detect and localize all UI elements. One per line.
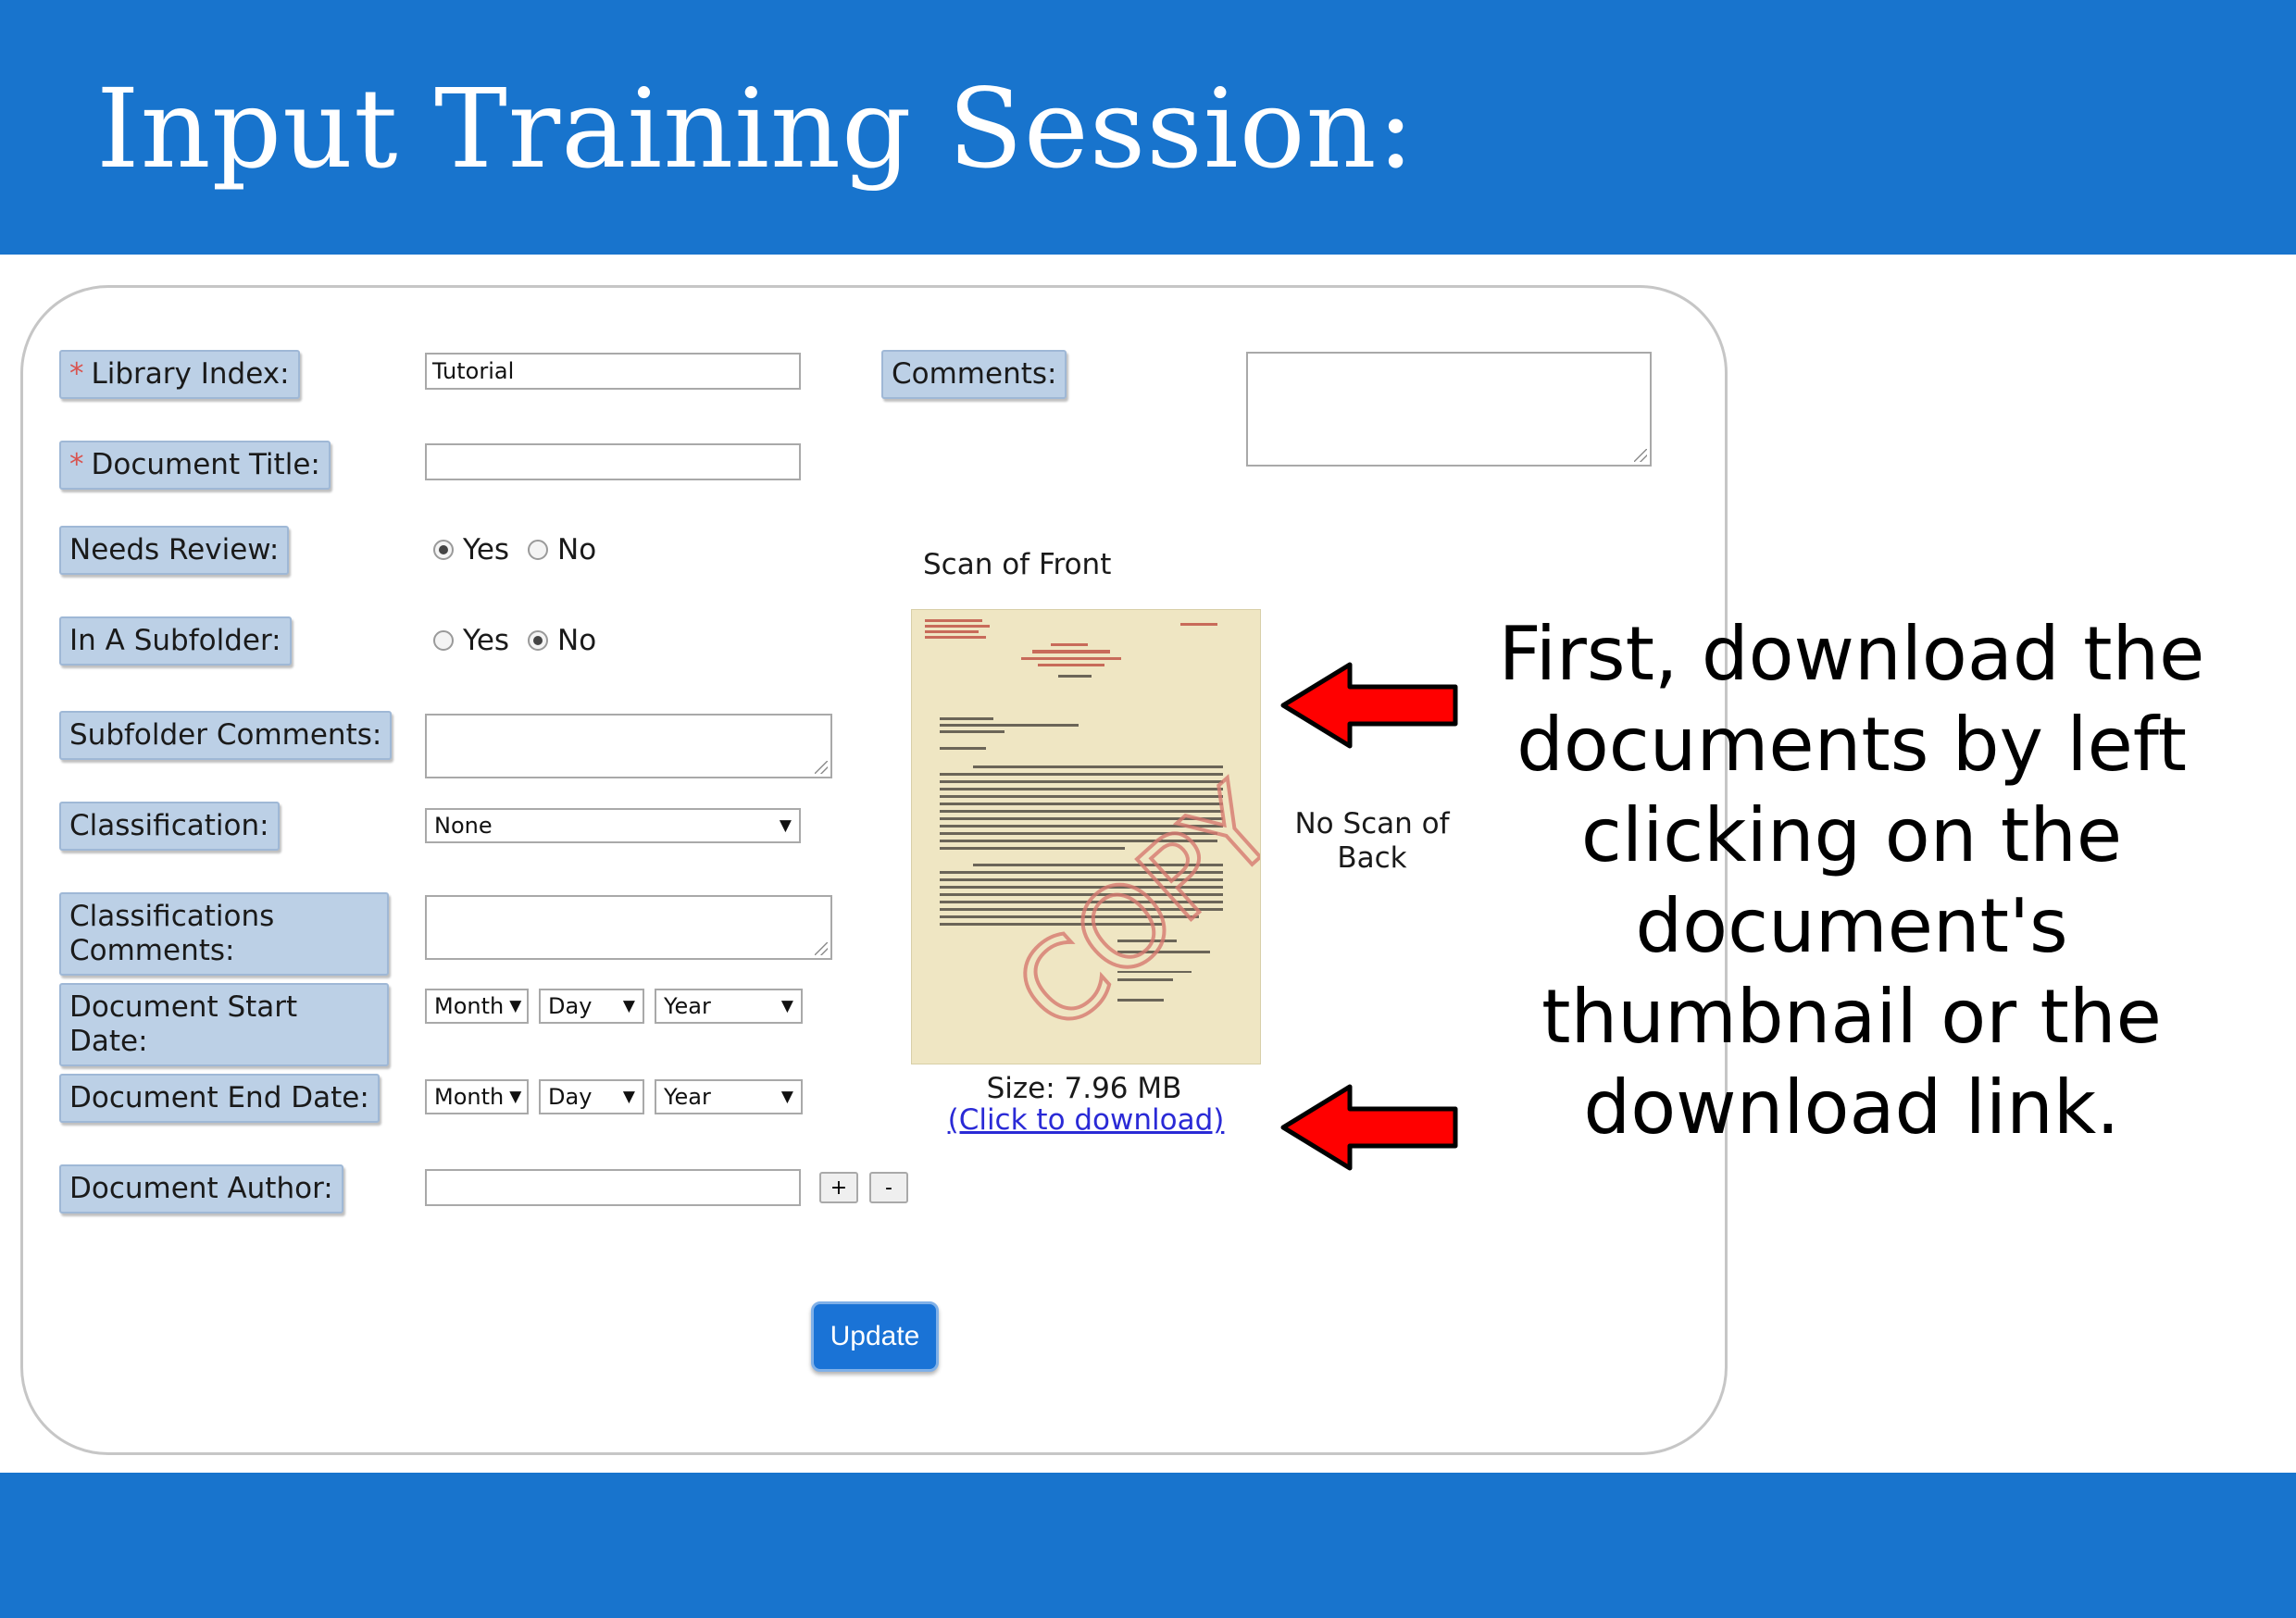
document-title-label: * Document Title:: [59, 441, 331, 490]
dropdown-arrow-icon: ▼: [622, 997, 635, 1015]
classifications-comments-label: Classifications Comments:: [59, 892, 389, 976]
front-scan-thumbnail[interactable]: COPY: [911, 609, 1261, 1064]
needs-review-yes-label: Yes: [463, 533, 510, 566]
left-arrow-icon: [1280, 662, 1458, 749]
footer-band: [0, 1473, 2296, 1618]
update-button[interactable]: Update: [811, 1301, 939, 1372]
dropdown-arrow-icon: ▼: [509, 997, 522, 1015]
start-month-value: Month: [434, 993, 505, 1019]
end-date-label: Document End Date:: [59, 1074, 380, 1123]
dropdown-arrow-icon: ▼: [779, 816, 792, 835]
dropdown-arrow-icon: ▼: [509, 1088, 522, 1106]
required-marker: *: [69, 448, 84, 481]
start-date-year-select[interactable]: Year ▼: [655, 989, 803, 1024]
resize-grip-icon[interactable]: [815, 761, 828, 774]
dropdown-arrow-icon: ▼: [780, 1088, 793, 1106]
start-date-label: Document Start Date:: [59, 983, 389, 1066]
comments-textarea[interactable]: [1246, 352, 1652, 467]
in-subfolder-yes-radio[interactable]: [433, 630, 454, 651]
needs-review-no-radio[interactable]: [528, 540, 549, 560]
library-index-label-text: Library Index:: [91, 357, 290, 391]
end-date-day-select[interactable]: Day ▼: [539, 1079, 644, 1114]
slide-title: Input Training Session:: [96, 65, 1416, 193]
needs-review-radio-group: Yes No: [433, 533, 615, 566]
scanned-letter-image: COPY: [912, 610, 1260, 1064]
file-size-text: Size: 7.96 MB: [986, 1072, 1182, 1105]
document-title-input[interactable]: [425, 443, 801, 480]
document-title-label-text: Document Title:: [91, 448, 320, 481]
left-arrow-icon: [1280, 1084, 1458, 1171]
classification-label: Classification:: [59, 802, 280, 851]
subfolder-comments-textarea[interactable]: [425, 714, 832, 778]
end-year-value: Year: [664, 1084, 711, 1110]
add-author-button[interactable]: +: [819, 1172, 858, 1203]
instruction-text: First, download the documents by left cl…: [1498, 611, 2205, 1151]
download-link[interactable]: (Click to download): [926, 1103, 1246, 1137]
end-month-value: Month: [434, 1084, 505, 1110]
subfolder-comments-label: Subfolder Comments:: [59, 711, 393, 760]
classification-select[interactable]: None ▼: [425, 808, 801, 843]
document-author-label: Document Author:: [59, 1164, 343, 1214]
classifications-comments-textarea[interactable]: [425, 895, 832, 960]
in-subfolder-no-radio[interactable]: [528, 630, 549, 651]
library-index-input[interactable]: Tutorial: [425, 353, 801, 390]
start-day-value: Day: [548, 993, 593, 1019]
needs-review-no-label: No: [557, 533, 597, 566]
comments-label: Comments:: [881, 350, 1067, 399]
resize-grip-icon[interactable]: [1634, 449, 1647, 462]
in-subfolder-radio-group: Yes No: [433, 624, 615, 657]
remove-author-button[interactable]: -: [869, 1172, 908, 1203]
needs-review-yes-radio[interactable]: [433, 540, 454, 560]
resize-grip-icon[interactable]: [815, 942, 828, 955]
needs-review-label: Needs Review:: [59, 526, 290, 575]
library-index-label: * Library Index:: [59, 350, 300, 399]
end-date-year-select[interactable]: Year ▼: [655, 1079, 803, 1114]
start-date-day-select[interactable]: Day ▼: [539, 989, 644, 1024]
dropdown-arrow-icon: ▼: [622, 1088, 635, 1106]
scan-front-label: Scan of Front: [923, 548, 1112, 581]
end-day-value: Day: [548, 1084, 593, 1110]
start-date-month-select[interactable]: Month ▼: [425, 989, 529, 1024]
classification-selected-value: None: [434, 813, 493, 839]
required-marker: *: [69, 357, 84, 391]
in-subfolder-yes-label: Yes: [463, 624, 510, 657]
start-year-value: Year: [664, 993, 711, 1019]
document-author-input[interactable]: [425, 1169, 801, 1206]
in-subfolder-no-label: No: [557, 624, 597, 657]
scan-back-label: No Scan of Back: [1294, 807, 1450, 875]
end-date-month-select[interactable]: Month ▼: [425, 1079, 529, 1114]
dropdown-arrow-icon: ▼: [780, 997, 793, 1015]
in-subfolder-label: In A Subfolder:: [59, 616, 292, 666]
